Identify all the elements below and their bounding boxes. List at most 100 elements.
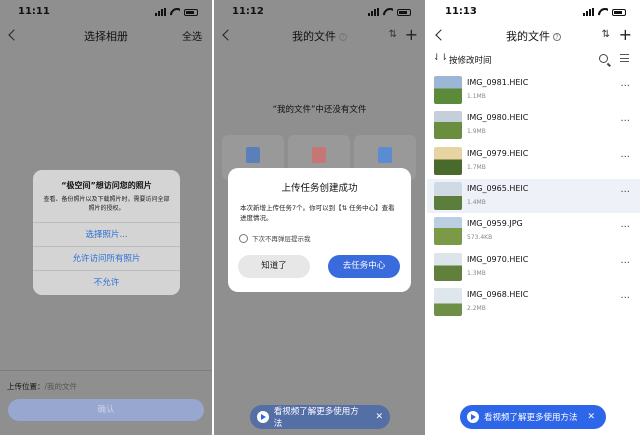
- photo-permission-dialog: “极空间”想访问您的照片 查看、备份照片以及下载照片时，需要访问全部照片的授权。…: [33, 170, 180, 295]
- status-bar: 11:12: [214, 0, 425, 24]
- file-name: IMG_0980.HEIC: [467, 113, 529, 123]
- status-bar: 11:13: [427, 0, 640, 24]
- file-name: IMG_0959.JPG: [467, 219, 523, 229]
- go-task-center-button[interactable]: 去任务中心: [328, 255, 400, 278]
- add-file-icon: [378, 147, 392, 163]
- sort-bar: ⇃⇂ 按修改时间: [427, 48, 640, 72]
- image-thumbnail: [434, 217, 462, 246]
- upload-success-screen: 11:12 我的文件? ⇅ + “我的文件”中还没有文件 上传任务创建成功 本次…: [214, 0, 425, 435]
- sort-order-icon[interactable]: ⇃⇂: [433, 53, 448, 63]
- my-files-screen: 11:13 我的文件? ⇅ + ⇃⇂ 按修改时间 IMG_0981.HEIC 1.…: [427, 0, 640, 435]
- file-row[interactable]: IMG_0965.HEIC 1.4MB ···: [427, 178, 640, 213]
- file-row[interactable]: IMG_0979.HEIC 1.7MB ···: [427, 144, 640, 178]
- page-title: 我的文件: [292, 30, 336, 43]
- signal-icon: [155, 8, 166, 16]
- file-row[interactable]: IMG_0968.HEIC 2.2MB ···: [427, 285, 640, 319]
- album-select-screen: 11:11 选择相册 全选 “极空间”想访问您的照片 查看、备份照片以及下载照片…: [0, 0, 212, 435]
- video-tip-text: 看视频了解更多使用方法: [484, 413, 578, 423]
- video-tip-text: 看视频了解更多使用方法: [273, 407, 359, 429]
- nav-bar: 选择相册 全选: [0, 24, 212, 48]
- list-view-icon[interactable]: [620, 54, 629, 62]
- more-icon[interactable]: ···: [620, 187, 630, 198]
- dialog-title: 上传任务创建成功: [281, 183, 358, 194]
- empty-state-text: “我的文件”中还没有文件: [272, 105, 367, 115]
- battery-icon: [397, 8, 411, 16]
- confirm-button[interactable]: 确认: [8, 399, 204, 421]
- image-thumbnail: [434, 181, 462, 210]
- image-thumbnail: [434, 252, 462, 281]
- sort-by-modified-button[interactable]: 按修改时间: [449, 54, 492, 66]
- file-row[interactable]: IMG_0981.HEIC 1.1MB ···: [427, 73, 640, 107]
- nav-bar: 我的文件? ⇅ +: [214, 24, 425, 48]
- file-row[interactable]: IMG_0980.HEIC 1.9MB ···: [427, 108, 640, 142]
- sort-icon[interactable]: ⇅: [602, 29, 610, 40]
- add-icon[interactable]: +: [405, 25, 418, 44]
- signal-icon: [368, 8, 379, 16]
- image-thumbnail: [434, 287, 462, 316]
- checkbox-label: 下次不再弹层提示我: [252, 235, 311, 243]
- more-icon[interactable]: ···: [620, 116, 630, 127]
- file-row[interactable]: IMG_0970.HEIC 1.3MB ···: [427, 250, 640, 284]
- battery-icon: [612, 8, 626, 16]
- select-photos-button[interactable]: 选择照片...: [33, 222, 180, 246]
- file-size: 1.4MB: [467, 198, 486, 206]
- dialog-title: “极空间”想访问您的照片: [61, 181, 152, 190]
- dialog-message: 查看、备份照片以及下载照片时，需要访问全部照片的授权。: [43, 196, 170, 212]
- file-row[interactable]: IMG_0959.JPG 573.4KB ···: [427, 214, 640, 248]
- image-thumbnail: [434, 76, 462, 104]
- nav-bar: 我的文件? ⇅ +: [427, 24, 640, 48]
- file-size: 2.2MB: [467, 304, 486, 312]
- file-icon: [246, 147, 260, 163]
- wifi-icon: [170, 8, 180, 16]
- file-size: 1.7MB: [467, 163, 486, 171]
- file-size: 1.3MB: [467, 269, 486, 277]
- more-icon[interactable]: ···: [620, 222, 630, 233]
- more-icon[interactable]: ···: [620, 293, 630, 304]
- upload-created-dialog: 上传任务创建成功 本次新增上传任务7个。你可以到【⇅ 任务中心】查看进度情况。 …: [228, 168, 411, 292]
- signal-icon: [583, 8, 594, 16]
- upload-location[interactable]: 上传位置：/我的文件: [7, 381, 77, 392]
- upload-location-label: 上传位置：: [7, 382, 45, 391]
- dialog-message: 本次新增上传任务7个。你可以到【⇅ 任务中心】查看进度情况。: [240, 204, 395, 222]
- video-tip-banner[interactable]: 看视频了解更多使用方法 ✕: [250, 405, 390, 429]
- add-icon[interactable]: +: [619, 25, 632, 44]
- image-icon: [312, 147, 326, 163]
- more-icon[interactable]: ···: [620, 152, 630, 163]
- file-size: 573.4KB: [467, 234, 493, 242]
- radio-icon[interactable]: [239, 233, 248, 243]
- page-title: 我的文件: [506, 30, 550, 43]
- status-time: 11:12: [232, 6, 264, 17]
- sort-icon[interactable]: ⇅: [389, 29, 397, 40]
- more-icon[interactable]: ···: [620, 258, 630, 269]
- info-icon[interactable]: ?: [339, 33, 347, 41]
- close-icon[interactable]: ✕: [375, 412, 383, 422]
- image-thumbnail: [434, 146, 462, 175]
- deny-button[interactable]: 不允许: [33, 270, 180, 294]
- file-name: IMG_0979.HEIC: [467, 148, 529, 158]
- allow-all-photos-button[interactable]: 允许访问所有照片: [33, 246, 180, 270]
- info-icon[interactable]: ?: [553, 33, 561, 41]
- search-icon[interactable]: [599, 54, 608, 63]
- wifi-icon: [383, 8, 393, 16]
- dont-show-again-checkbox[interactable]: 下次不再弹层提示我: [239, 233, 311, 243]
- close-icon[interactable]: ✕: [588, 412, 596, 422]
- file-name: IMG_0965.HEIC: [467, 183, 529, 193]
- status-time: 11:13: [445, 6, 477, 17]
- upload-location-path: /我的文件: [44, 382, 78, 391]
- divider: [0, 370, 212, 371]
- video-tip-banner[interactable]: 看视频了解更多使用方法 ✕: [460, 405, 606, 429]
- file-name: IMG_0970.HEIC: [467, 254, 529, 264]
- select-all-button[interactable]: 全选: [182, 28, 202, 43]
- file-size: 1.9MB: [467, 128, 486, 136]
- page-title: 选择相册: [84, 30, 128, 43]
- play-icon: [257, 411, 269, 423]
- wifi-icon: [598, 8, 608, 16]
- status-bar: 11:11: [0, 0, 212, 24]
- status-time: 11:11: [18, 6, 50, 17]
- battery-icon: [184, 8, 198, 16]
- file-size: 1.1MB: [467, 93, 486, 100]
- more-icon[interactable]: ···: [620, 81, 630, 92]
- got-it-button[interactable]: 知道了: [238, 255, 310, 278]
- image-thumbnail: [434, 111, 462, 140]
- file-name: IMG_0981.HEIC: [467, 78, 529, 87]
